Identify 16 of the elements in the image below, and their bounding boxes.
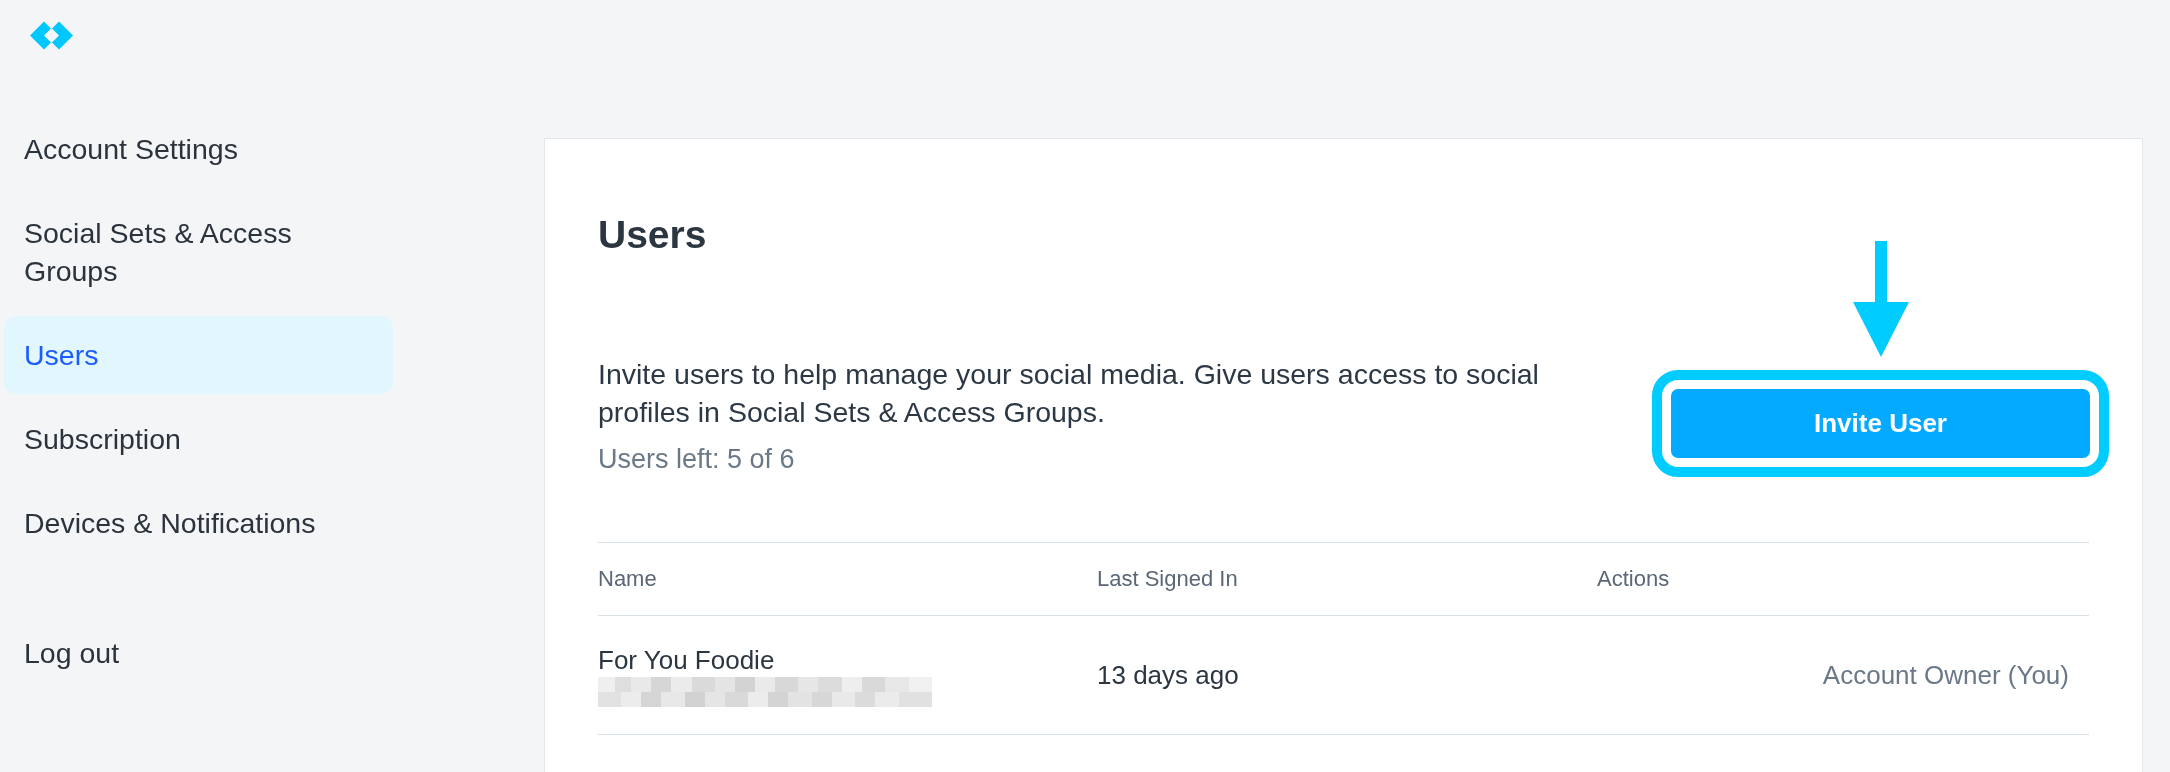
column-header: Name (598, 566, 657, 592)
users-left-count: Users left: 5 of 6 (598, 443, 795, 476)
role-label: Account Owner (You) (1822, 659, 2069, 690)
table-cell: 13 days ago (1097, 659, 1239, 691)
sidebar-item[interactable]: Social Sets & Access Groups (4, 194, 393, 310)
sidebar-item[interactable]: Users (4, 316, 393, 394)
logo-icon (30, 21, 73, 50)
sidebar-item[interactable]: Devices & Notifications (4, 484, 393, 562)
description-text: Invite users to help manage your social media. Give users access to social profiles in Social Sets & Access Groups. (598, 357, 1540, 430)
column-header: Actions (1597, 566, 1670, 592)
page-title: Users (598, 212, 707, 258)
sidebar-item[interactable]: Account Settings (4, 110, 393, 188)
column-header: Last Signed In (1097, 566, 1238, 592)
logout-link[interactable]: Log out (4, 614, 393, 692)
sidebar-item[interactable]: Subscription (4, 400, 393, 478)
user-name: For You Foodie (598, 643, 775, 676)
